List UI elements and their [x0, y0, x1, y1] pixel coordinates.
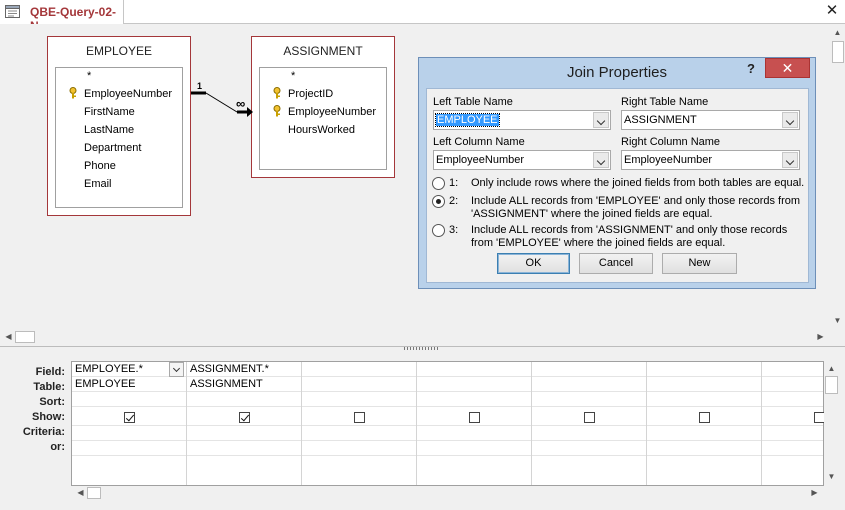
join-option-3-text[interactable]: Include ALL records from 'ASSIGNMENT' an… [471, 224, 806, 250]
ok-button[interactable]: OK [497, 253, 570, 274]
primary-key-icon [273, 87, 281, 99]
grid-column[interactable] [302, 362, 417, 485]
grid-field-cell[interactable]: ASSIGNMENT.* [190, 363, 269, 375]
grid-column[interactable] [532, 362, 647, 485]
scroll-up-icon[interactable]: ▲ [831, 26, 844, 39]
table-employee-field-list[interactable]: * EmployeeNumber FirstName LastName Depa… [55, 67, 183, 208]
grid-table-cell[interactable]: EMPLOYEE [75, 378, 136, 390]
document-tab-strip [0, 0, 845, 24]
grid-column[interactable] [647, 362, 762, 485]
show-checkbox[interactable] [584, 412, 595, 423]
show-checkbox[interactable] [469, 412, 480, 423]
join-option-3-number: 3: [449, 224, 459, 236]
relationship-one-label: 1 [197, 81, 203, 91]
show-checkbox[interactable] [354, 412, 365, 423]
join-option-3-radio[interactable] [432, 224, 445, 237]
grid-field-cell[interactable]: EMPLOYEE.* [75, 363, 143, 375]
row-label-show: Show: [32, 411, 65, 423]
right-column-label: Right Column Name [621, 136, 721, 148]
primary-key-icon [69, 87, 77, 99]
table-assignment-field-list[interactable]: * ProjectID EmployeeNumber HoursWorked [259, 67, 387, 170]
design-vertical-scrollbar[interactable]: ▲ ▼ [831, 26, 845, 328]
scroll-down-icon[interactable]: ▼ [831, 314, 844, 327]
chevron-down-icon[interactable] [593, 112, 609, 128]
field-list-item[interactable]: Phone [84, 160, 116, 172]
show-checkbox[interactable] [699, 412, 710, 423]
table-employee[interactable]: EMPLOYEE * EmployeeNumber FirstName Last… [47, 36, 191, 216]
design-horizontal-scrollbar[interactable]: ◀ ▶ [0, 330, 831, 344]
field-list-item[interactable]: EmployeeNumber [288, 106, 376, 118]
field-list-item[interactable]: LastName [84, 124, 134, 136]
help-button[interactable]: ? [747, 61, 755, 76]
join-option-1-radio[interactable] [432, 177, 445, 190]
relationship-many-label: ∞ [236, 96, 246, 111]
scroll-left-icon[interactable]: ◀ [2, 330, 15, 343]
show-checkbox[interactable] [124, 412, 135, 423]
chevron-down-icon[interactable] [782, 152, 798, 168]
chevron-down-icon[interactable] [593, 152, 609, 168]
join-option-2-number: 2: [449, 195, 459, 207]
splitter-grip-icon[interactable] [404, 347, 440, 350]
table-employee-title: EMPLOYEE [85, 44, 153, 58]
scroll-right-icon[interactable]: ▶ [808, 486, 821, 499]
qbe-grid[interactable]: EMPLOYEE.* EMPLOYEE ASSIGNMENT.* ASSIGNM… [71, 361, 839, 486]
row-label-field: Field: [35, 366, 65, 378]
scroll-thumb[interactable] [15, 331, 35, 343]
dialog-title: Join Properties [566, 64, 668, 81]
row-label-sort: Sort: [39, 396, 65, 408]
right-column-value: EmployeeNumber [624, 154, 713, 166]
scroll-left-icon[interactable]: ◀ [74, 486, 87, 499]
left-table-select[interactable]: EMPLOYEE [433, 110, 611, 130]
grid-column[interactable] [417, 362, 532, 485]
grid-table-cell[interactable]: ASSIGNMENT [190, 378, 263, 390]
field-list-item[interactable]: ProjectID [288, 88, 333, 100]
query-icon [5, 5, 20, 18]
chevron-down-icon[interactable] [782, 112, 798, 128]
row-label-criteria: Criteria: [22, 426, 65, 438]
dialog-body: Left Table Name Right Table Name EMPLOYE… [426, 88, 809, 283]
field-list-item[interactable]: HoursWorked [288, 124, 355, 136]
right-table-label: Right Table Name [621, 96, 709, 108]
field-list-item[interactable]: * [87, 70, 91, 82]
field-list-item[interactable]: Email [84, 178, 112, 190]
document-tab[interactable]: QBE-Query-02-N [0, 0, 124, 33]
join-option-2-text[interactable]: Include ALL records from 'EMPLOYEE' and … [471, 195, 806, 221]
join-option-2-radio[interactable] [432, 195, 445, 208]
dialog-close-button[interactable]: ✕ [765, 58, 810, 78]
right-table-value: ASSIGNMENT [624, 114, 697, 126]
scroll-thumb[interactable] [832, 41, 844, 63]
grid-horizontal-scrollbar[interactable]: ◀ ▶ [72, 486, 824, 500]
grid-vertical-scrollbar[interactable]: ▲ ▼ [824, 362, 839, 485]
chevron-down-icon[interactable] [169, 362, 184, 377]
close-document-button[interactable]: ✕ [824, 3, 840, 19]
join-option-1-number: 1: [449, 177, 459, 189]
scroll-down-icon[interactable]: ▼ [825, 470, 838, 483]
table-assignment-title: ASSIGNMENT [283, 44, 363, 58]
field-list-item[interactable]: EmployeeNumber [84, 88, 172, 100]
right-column-select[interactable]: EmployeeNumber [621, 150, 800, 170]
row-label-or: or: [50, 441, 65, 453]
field-list-item[interactable]: FirstName [84, 106, 135, 118]
left-column-value: EmployeeNumber [436, 154, 525, 166]
scroll-thumb[interactable] [825, 376, 838, 394]
cancel-button[interactable]: Cancel [579, 253, 653, 274]
table-assignment[interactable]: ASSIGNMENT * ProjectID EmployeeNumber Ho… [251, 36, 395, 178]
field-list-item[interactable]: Department [84, 142, 141, 154]
scroll-thumb[interactable] [87, 487, 101, 499]
left-column-label: Left Column Name [433, 136, 525, 148]
scroll-right-icon[interactable]: ▶ [814, 330, 827, 343]
primary-key-icon [273, 105, 281, 117]
row-label-table: Table: [33, 381, 65, 393]
new-button[interactable]: New [662, 253, 737, 274]
join-option-1-text[interactable]: Only include rows where the joined field… [471, 177, 806, 190]
right-table-select[interactable]: ASSIGNMENT [621, 110, 800, 130]
left-table-label: Left Table Name [433, 96, 513, 108]
scroll-up-icon[interactable]: ▲ [825, 362, 838, 375]
left-table-value: EMPLOYEE [435, 113, 500, 127]
join-properties-dialog[interactable]: Join Properties ? ✕ Left Table Name Righ… [418, 57, 816, 289]
show-checkbox[interactable] [239, 412, 250, 423]
left-column-select[interactable]: EmployeeNumber [433, 150, 611, 170]
field-list-item[interactable]: * [291, 70, 295, 82]
